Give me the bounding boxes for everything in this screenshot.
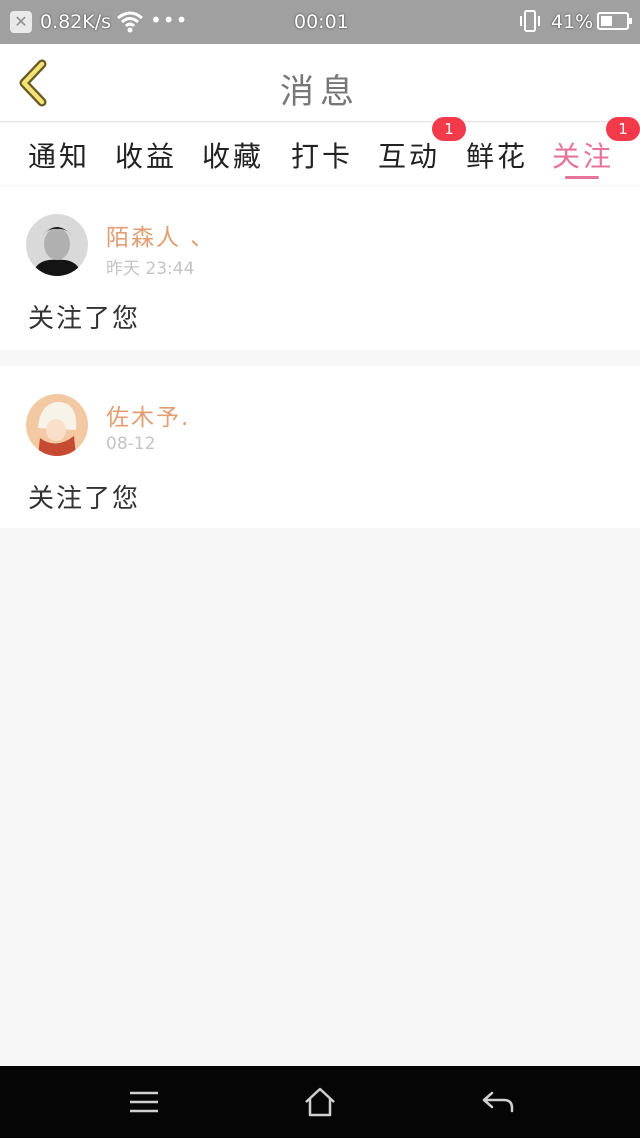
close-notification-icon[interactable]: ✕	[10, 11, 32, 33]
notification-message: 关注了您	[28, 304, 141, 334]
app-header: 消息	[0, 44, 640, 122]
more-dots-icon: •••	[150, 8, 189, 32]
back-nav-button[interactable]	[478, 1084, 518, 1120]
timestamp: 08-12	[106, 434, 156, 454]
tab-interactions[interactable]: 互动	[378, 135, 440, 175]
battery-percent: 41%	[551, 11, 594, 33]
tab-favorites[interactable]: 收藏	[202, 135, 264, 175]
follows-badge: 1	[606, 117, 640, 141]
menu-button[interactable]	[124, 1084, 164, 1120]
clock: 00:01	[294, 11, 349, 33]
notification-card[interactable]: 陌森人 、 昨天 23:44 关注了您	[0, 186, 640, 350]
wifi-icon	[116, 9, 144, 40]
avatar[interactable]	[26, 394, 88, 456]
screen: ✕ 0.82K/s ••• 00:01 41% 消息 通知 收益 收藏 打卡 互…	[0, 0, 640, 1138]
page-title: 消息	[280, 72, 360, 112]
username[interactable]: 陌森人 、	[106, 218, 215, 252]
username[interactable]: 佐木予.	[106, 398, 190, 432]
active-tab-indicator	[565, 176, 599, 179]
notification-card[interactable]: 佐木予. 08-12 关注了您	[0, 366, 640, 528]
home-icon	[305, 1087, 335, 1117]
battery-icon	[597, 12, 632, 30]
vibrate-icon	[518, 8, 542, 39]
interactions-badge: 1	[432, 117, 466, 141]
tab-follows[interactable]: 关注	[552, 135, 614, 175]
system-nav-bar	[0, 1066, 640, 1138]
menu-icon	[130, 1091, 158, 1113]
network-speed: 0.82K/s	[40, 11, 112, 33]
status-bar: ✕ 0.82K/s ••• 00:01 41%	[0, 0, 640, 44]
tab-bar: 通知 收益 收藏 打卡 互动 1 鲜花 关注 1	[0, 117, 640, 185]
tab-flowers[interactable]: 鲜花	[466, 135, 528, 175]
timestamp: 昨天 23:44	[106, 259, 195, 279]
home-button[interactable]	[300, 1084, 340, 1120]
avatar[interactable]	[26, 214, 88, 276]
tab-earnings[interactable]: 收益	[115, 135, 177, 175]
notification-message: 关注了您	[28, 484, 141, 514]
tab-checkin[interactable]: 打卡	[291, 135, 353, 175]
back-arrow-icon	[482, 1091, 514, 1113]
tab-notifications[interactable]: 通知	[28, 135, 90, 175]
